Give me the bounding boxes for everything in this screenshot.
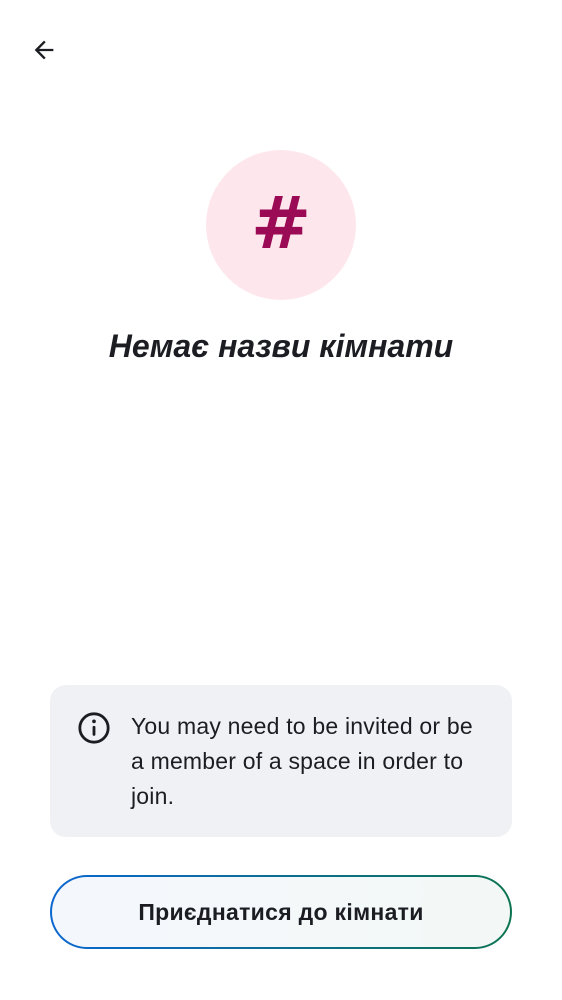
room-avatar: #	[206, 150, 356, 300]
room-title: Немає назви кімнати	[108, 328, 454, 364]
info-icon	[78, 712, 110, 744]
back-button[interactable]	[20, 26, 68, 74]
notice-text: You may need to be invited or be a membe…	[131, 713, 473, 809]
arrow-left-icon	[34, 40, 54, 60]
join-room-label: Приєднатися до кімнати	[138, 898, 424, 925]
info-notice: You may need to be invited or be a membe…	[50, 685, 512, 837]
join-room-button[interactable]: Приєднатися до кімнати	[50, 875, 512, 949]
hash-icon: #	[250, 181, 312, 265]
